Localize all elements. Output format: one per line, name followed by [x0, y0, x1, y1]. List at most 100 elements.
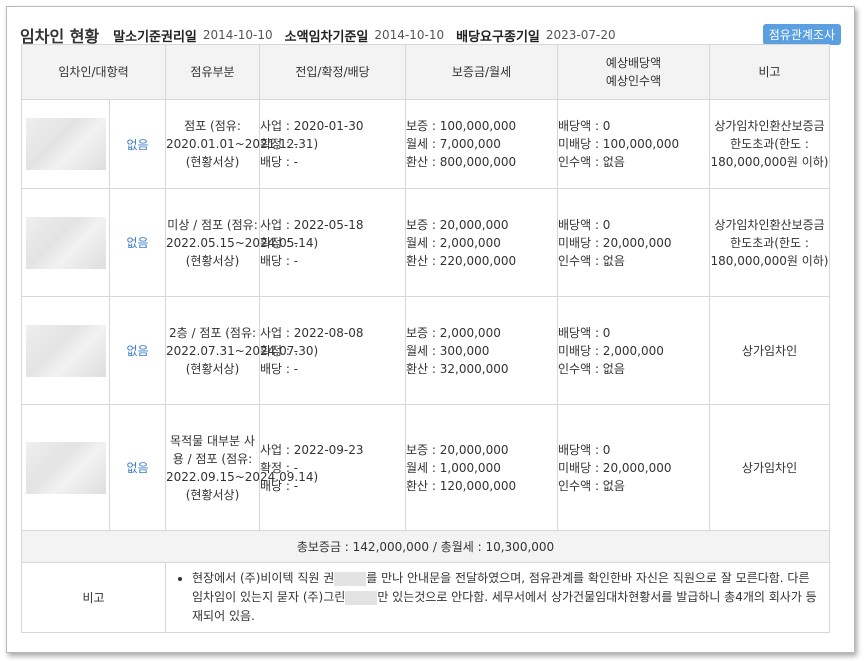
undistributed-amount: 미배당 : 20,000,000 — [558, 235, 672, 250]
table-row: 없음 목적물 대부분 사용 / 점포 (점유: 2022.09.15~2024.… — [21, 404, 831, 531]
business-date: 사업 : 2022-09-23 — [260, 442, 364, 457]
tenant-name-redacted — [21, 404, 110, 531]
confirm-date: 확정 : - — [260, 235, 299, 250]
deposit-cell: 보증 : 20,000,000 월세 : 2,000,000 환산 : 220,… — [405, 188, 559, 297]
note-cell: 상가임차인환산보증금 한도초과(한도 : 180,000,000원 이하) — [709, 188, 831, 297]
table-row: 없음 2층 / 점포 (점유: 2022.07.31~2024.07.30) (… — [21, 296, 831, 405]
col-header-dividend: 예상배당액 예상인수액 — [557, 44, 711, 100]
table-header-row: 임차인/대항력 점유부분 전입/확정/배당 보증금/월세 예상배당액 예상인수액… — [20, 44, 831, 100]
dividend-cell: 배당액 : 0 미배당 : 20,000,000 인수액 : 없음 — [557, 404, 711, 531]
confirm-date: 확정 : - — [260, 137, 299, 151]
priority-cell: 없음 — [108, 296, 167, 405]
dates-cell: 사업 : 2022-09-23 확정 : - 배당 : - — [259, 404, 407, 531]
priority-cell: 없음 — [108, 188, 167, 297]
dividend-deadline-label: 배당요구종기일 — [456, 29, 540, 45]
converted-amount: 환산 : 120,000,000 — [406, 478, 517, 493]
redacted-text — [334, 571, 367, 586]
assumed-amount: 인수액 : 없음 — [558, 253, 625, 268]
occupancy-cell: 2층 / 점포 (점유: 2022.07.31~2024.07.30) (현황서… — [165, 296, 318, 405]
occupancy-cell: 미상 / 점포 (점유: 2022.05.15~2024.05.14) (현황서… — [165, 188, 318, 297]
remarks-list: 현장에서 (주)비이텍 직원 권를 만나 안내문을 전달하였으며, 점유관계를 … — [174, 569, 821, 626]
assumed-amount: 인수액 : 없음 — [558, 478, 625, 493]
business-date: 사업 : 2022-05-18 — [260, 217, 364, 232]
col-header-occupancy: 점유부분 — [165, 44, 261, 100]
monthly-rent: 월세 : 1,000,000 — [406, 460, 501, 475]
priority-link[interactable]: 없음 — [126, 461, 148, 475]
tenant-table: 임차인/대항력 점유부분 전입/확정/배당 보증금/월세 예상배당액 예상인수액… — [20, 44, 831, 633]
cancellation-base-date-value: 2014-10-10 — [202, 28, 273, 42]
redacted-image — [25, 118, 106, 170]
deposit-amount: 보증 : 100,000,000 — [406, 119, 517, 133]
converted-amount: 환산 : 220,000,000 — [406, 253, 517, 268]
occupancy-cell: 목적물 대부분 사용 / 점포 (점유: 2022.09.15~2024.09.… — [165, 404, 318, 531]
occupancy-survey-button[interactable]: 점유관계조사 — [762, 24, 841, 45]
priority-link[interactable]: 없음 — [126, 236, 148, 250]
col-header-dates: 전입/확정/배당 — [259, 44, 407, 100]
converted-amount: 환산 : 800,000,000 — [406, 155, 517, 169]
note-cell: 상가임차인 — [709, 404, 831, 531]
remarks-content: 현장에서 (주)비이텍 직원 권를 만나 안내문을 전달하였으며, 점유관계를 … — [165, 562, 831, 633]
total-summary: 총보증금 : 142,000,000 / 총월세 : 10,300,000 — [20, 530, 831, 563]
tenant-name-redacted — [21, 296, 110, 405]
col-header-tenant: 임차인/대항력 — [20, 44, 167, 100]
dividend-amount: 배당액 : 0 — [558, 325, 611, 340]
priority-link[interactable]: 없음 — [126, 138, 148, 152]
note-cell: 상가임차인환산보증금 한도초과(한도 : 180,000,000원 이하) — [709, 99, 831, 189]
redacted-image — [25, 216, 106, 269]
dividend-cell: 배당액 : 0 미배당 : 2,000,000 인수액 : 없음 — [557, 296, 711, 405]
remarks-row: 비고 현장에서 (주)비이텍 직원 권를 만나 안내문을 전달하였으며, 점유관… — [20, 562, 831, 633]
dates-cell: 사업 : 2022-08-08 확정 : - 배당 : - — [259, 296, 407, 405]
undistributed-amount: 미배당 : 2,000,000 — [558, 343, 664, 358]
dividend-amount: 배당액 : 0 — [558, 217, 611, 232]
dates-cell: 사업 : 2020-01-30 확정 : - 배당 : - — [259, 99, 407, 189]
deposit-amount: 보증 : 20,000,000 — [406, 217, 509, 232]
small-tenant-base-date-value: 2014-10-10 — [374, 28, 445, 42]
remarks-text-1: 현장에서 (주)비이텍 직원 권 — [192, 571, 335, 585]
deposit-cell: 보증 : 20,000,000 월세 : 1,000,000 환산 : 120,… — [405, 404, 559, 531]
confirm-date: 확정 : - — [260, 460, 299, 475]
note-cell: 상가임차인 — [709, 296, 831, 405]
deposit-amount: 보증 : 2,000,000 — [406, 325, 501, 340]
dividend-date: 배당 : - — [260, 155, 299, 169]
table-row: 없음 점포 (점유: 2020.01.01~2021.12.31) (현황서상)… — [21, 99, 831, 189]
col-header-note: 비고 — [709, 44, 831, 100]
remarks-label: 비고 — [20, 562, 167, 633]
undistributed-amount: 미배당 : 20,000,000 — [558, 460, 672, 475]
dividend-date: 배당 : - — [260, 361, 299, 376]
monthly-rent: 월세 : 7,000,000 — [406, 137, 501, 151]
assumed-amount: 인수액 : 없음 — [558, 155, 625, 169]
tenant-name-redacted — [21, 99, 110, 189]
redacted-image — [25, 324, 106, 377]
dividend-cell: 배당액 : 0 미배당 : 20,000,000 인수액 : 없음 — [557, 188, 711, 297]
cancellation-base-date-label: 말소기준권리일 — [113, 29, 197, 45]
priority-cell: 없음 — [108, 99, 167, 189]
dividend-date: 배당 : - — [260, 253, 299, 268]
business-date: 사업 : 2022-08-08 — [260, 325, 364, 340]
undistributed-amount: 미배당 : 100,000,000 — [558, 137, 680, 151]
monthly-rent: 월세 : 2,000,000 — [406, 235, 501, 250]
table-row: 없음 미상 / 점포 (점유: 2022.05.15~2024.05.14) (… — [21, 188, 831, 297]
dates-cell: 사업 : 2022-05-18 확정 : - 배당 : - — [259, 188, 407, 297]
deposit-cell: 보증 : 100,000,000 월세 : 7,000,000 환산 : 800… — [405, 99, 559, 189]
deposit-amount: 보증 : 20,000,000 — [406, 442, 509, 457]
deposit-cell: 보증 : 2,000,000 월세 : 300,000 환산 : 32,000,… — [405, 296, 559, 405]
redacted-image — [25, 441, 106, 494]
tenant-name-redacted — [21, 188, 110, 297]
dividend-date: 배당 : - — [260, 478, 299, 493]
remarks-item: 현장에서 (주)비이텍 직원 권를 만나 안내문을 전달하였으며, 점유관계를 … — [192, 569, 821, 626]
small-tenant-base-date-label: 소액임차기준일 — [284, 29, 369, 45]
occupancy-cell: 점포 (점유: 2020.01.01~2021.12.31) (현황서상) — [165, 99, 318, 189]
dividend-amount: 배당액 : 0 — [558, 442, 611, 457]
dividend-deadline-value: 2023-07-20 — [545, 28, 616, 42]
business-date: 사업 : 2020-01-30 — [260, 119, 364, 133]
assumed-amount: 인수액 : 없음 — [558, 361, 625, 376]
redacted-text — [345, 590, 378, 605]
total-row: 총보증금 : 142,000,000 / 총월세 : 10,300,000 — [20, 530, 831, 563]
converted-amount: 환산 : 32,000,000 — [406, 361, 509, 376]
priority-link[interactable]: 없음 — [126, 344, 148, 358]
col-header-deposit: 보증금/월세 — [405, 44, 559, 100]
monthly-rent: 월세 : 300,000 — [406, 343, 490, 358]
dividend-cell: 배당액 : 0 미배당 : 100,000,000 인수액 : 없음 — [557, 99, 711, 189]
panel-header: 임차인 현황 말소기준권리일 2014-10-10 소액임차기준일 2014-1… — [20, 24, 820, 46]
dividend-amount: 배당액 : 0 — [558, 119, 611, 133]
